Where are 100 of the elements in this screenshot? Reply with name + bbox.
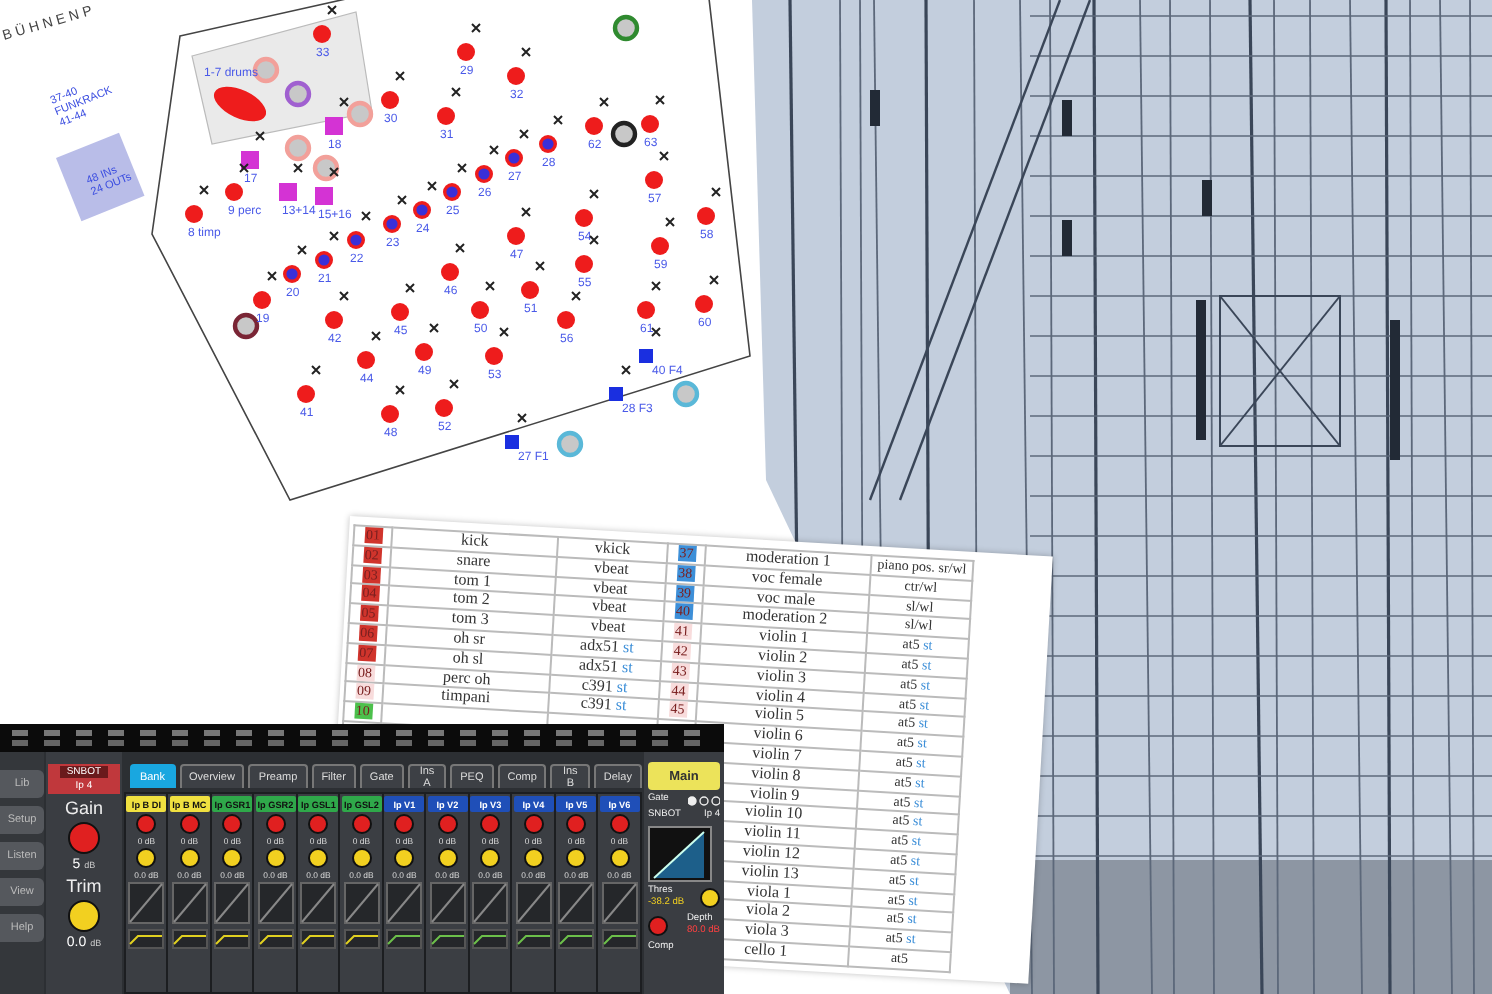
gain-knob[interactable] [67, 822, 100, 854]
musician-marker [357, 351, 375, 369]
musician-marker [695, 295, 713, 313]
mic-stand-icon [589, 235, 599, 245]
trim-knob[interactable] [265, 848, 286, 868]
gain-knob[interactable] [480, 814, 501, 834]
trim-knob[interactable] [308, 848, 329, 868]
mic-stand-icon [457, 163, 467, 173]
trim-knob[interactable] [179, 848, 200, 868]
mic-stand-icon [397, 195, 407, 205]
trim-knob[interactable] [437, 848, 458, 868]
trim-knob[interactable] [394, 848, 415, 868]
mic-stand-icon [711, 187, 721, 197]
mic-stand-icon [589, 189, 599, 199]
musician-marker [437, 107, 455, 125]
gate-curve-drawing [343, 882, 380, 950]
mic-stand-icon [361, 211, 371, 221]
gain-knob[interactable] [308, 814, 329, 834]
mic-stand-icon [371, 331, 381, 341]
musician-marker [383, 215, 401, 233]
mic-stand-icon [427, 181, 437, 191]
musician-marker [381, 91, 399, 109]
mic-stand-icon [297, 245, 307, 255]
mic-stand-icon [255, 131, 265, 141]
trim-knob[interactable] [351, 848, 372, 868]
mic-stand-icon [517, 413, 527, 423]
gain-knob[interactable] [222, 814, 243, 834]
gain-knob[interactable] [609, 814, 630, 834]
threshold-knob[interactable] [700, 888, 720, 908]
musician-marker [457, 43, 475, 61]
mic-cell: adx51 st [550, 654, 662, 681]
gain-knob[interactable] [351, 814, 372, 834]
musician-marker [415, 343, 433, 361]
musician-marker [485, 347, 503, 365]
mic-stand-icon [327, 5, 337, 15]
musician-marker [507, 67, 525, 85]
musician-marker [185, 205, 203, 223]
gate-curve-drawing [257, 882, 294, 950]
musician-marker [283, 265, 301, 283]
musician-marker [505, 149, 523, 167]
musician-marker [325, 311, 343, 329]
musician-marker [471, 301, 489, 319]
gain-knob[interactable] [179, 814, 200, 834]
mic-stand-icon [621, 365, 631, 375]
mic-stand-icon [455, 243, 465, 253]
mic-cell: c391 st [549, 673, 661, 700]
gate-curve-drawing [300, 882, 337, 950]
musician-marker [253, 291, 271, 309]
trim-knob[interactable] [566, 848, 587, 868]
mic-stand-icon [519, 129, 529, 139]
trim-knob[interactable] [523, 848, 544, 868]
musician-marker [539, 135, 557, 153]
riser-marker [325, 117, 343, 135]
gate-curve-drawing [171, 882, 208, 950]
input-box-marker [609, 387, 623, 401]
gain-knob[interactable] [136, 814, 157, 834]
trim-knob[interactable] [222, 848, 243, 868]
input-box-marker [505, 435, 519, 449]
mic-stand-icon [311, 365, 321, 375]
gate-curve-drawing [558, 882, 595, 950]
mic-stand-icon [521, 207, 531, 217]
gain-knob[interactable] [523, 814, 544, 834]
gate-curve-drawing [386, 882, 423, 950]
gate-curve-drawing [472, 882, 509, 950]
depth-knob[interactable] [647, 916, 668, 936]
musician-marker [391, 303, 409, 321]
mic-stand-icon [499, 327, 509, 337]
trim-label: Trim [66, 876, 102, 896]
gain-knob[interactable] [394, 814, 415, 834]
drum-kit-marker [213, 86, 267, 122]
musician-marker [435, 399, 453, 417]
mic-stand-icon [239, 163, 249, 173]
trim-knob[interactable] [609, 848, 630, 868]
musician-marker [585, 117, 603, 135]
mic-stand-icon [451, 87, 461, 97]
musician-marker [651, 237, 669, 255]
gain-knob[interactable] [265, 814, 286, 834]
musician-marker [507, 227, 525, 245]
musician-marker [697, 207, 715, 225]
trim-knob[interactable] [67, 900, 100, 932]
musician-marker [645, 171, 663, 189]
musician-marker [315, 251, 333, 269]
mic-stand-icon [651, 327, 661, 337]
mic-stand-icon [405, 283, 415, 293]
musician-marker [347, 231, 365, 249]
mic-stand-icon [553, 115, 563, 125]
musician-marker [575, 209, 593, 227]
musician-marker [557, 311, 575, 329]
mic-stand-icon [599, 97, 609, 107]
mic-stand-icon [395, 71, 405, 81]
mic-stand-icon [535, 261, 545, 271]
trim-knob[interactable] [480, 848, 501, 868]
gain-knob[interactable] [566, 814, 587, 834]
trim-knob[interactable] [136, 848, 157, 868]
musician-marker [521, 281, 539, 299]
mic-stand-icon [449, 379, 459, 389]
musician-marker [413, 201, 431, 219]
musician-marker [313, 25, 331, 43]
musician-marker [641, 115, 659, 133]
gain-knob[interactable] [437, 814, 458, 834]
